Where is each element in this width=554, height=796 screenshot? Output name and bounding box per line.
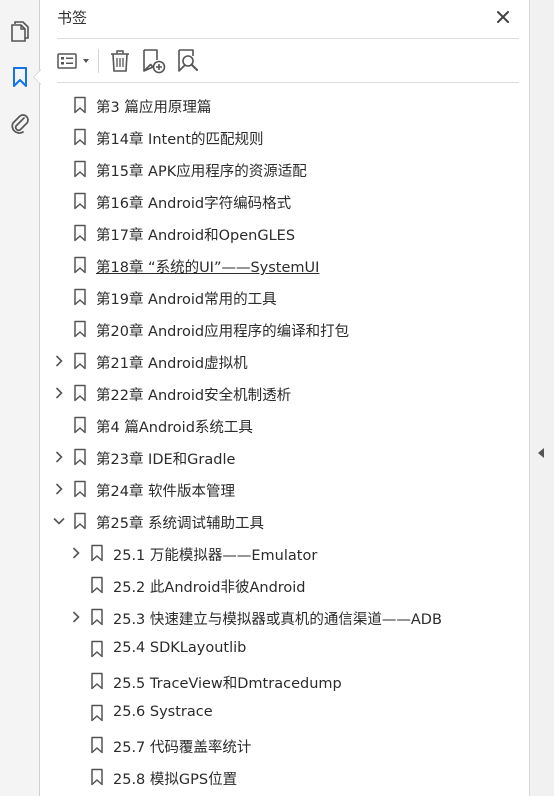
- bookmark-icon: [90, 608, 104, 626]
- bookmark-label: 25.3 快速建立与模拟器或真机的通信渠道——ADB: [113, 612, 442, 628]
- bookmark-search-icon: [178, 49, 198, 72]
- new-bookmark-button[interactable]: [140, 48, 168, 74]
- toolbar-divider: [57, 82, 519, 83]
- chevron-right-icon[interactable]: [52, 482, 66, 496]
- bookmark-label: 第14章 Intent的匹配规则: [96, 132, 264, 148]
- bookmark-label: 第23章 IDE和Gradle: [96, 452, 236, 468]
- bookmark-label: 第15章 APK应用程序的资源适配: [96, 164, 307, 180]
- bookmark-icon: [73, 320, 87, 338]
- bookmark-icon: [73, 96, 87, 114]
- bookmark-row[interactable]: 25.5 TraceView和Dmtracedump: [41, 665, 529, 697]
- bookmark-icon: [73, 288, 87, 306]
- bookmark-icon: [73, 160, 87, 178]
- bookmark-label: 第18章 “系统的UI”——SystemUI: [96, 260, 320, 276]
- bookmark-icon: [90, 736, 104, 754]
- toolbar-separator: [98, 49, 99, 73]
- bookmark-label: 25.7 代码覆盖率统计: [113, 740, 252, 756]
- bookmark-label: 第22章 Android安全机制透析: [96, 388, 292, 404]
- bookmark-label: 第16章 Android字符编码格式: [96, 196, 292, 212]
- chevron-right-icon[interactable]: [52, 450, 66, 464]
- options-button[interactable]: [55, 48, 93, 74]
- bookmark-row[interactable]: 25.1 万能模拟器——Emulator: [41, 537, 529, 569]
- bookmark-icon: [73, 256, 87, 274]
- panel-header: 书签: [41, 0, 529, 36]
- bookmark-row[interactable]: 第15章 APK应用程序的资源适配: [41, 153, 529, 185]
- bookmark-icon: [90, 576, 104, 594]
- chevron-right-icon[interactable]: [69, 610, 83, 624]
- bookmark-icon: [73, 480, 87, 498]
- bookmark-row[interactable]: 25.7 代码覆盖率统计: [41, 729, 529, 761]
- bookmark-label: 25.5 TraceView和Dmtracedump: [113, 676, 342, 692]
- bookmark-icon: [90, 768, 104, 786]
- bookmark-icon: [73, 128, 87, 146]
- bookmark-row[interactable]: 25.8 模拟GPS位置: [41, 761, 529, 793]
- bookmark-icon: [73, 512, 87, 530]
- bookmark-icon: [73, 192, 87, 210]
- bookmark-label: 第4 篇Android系统工具: [96, 420, 253, 436]
- bookmark-label: 第25章 系统调试辅助工具: [96, 516, 265, 532]
- bookmark-label: 第3 篇应用原理篇: [96, 100, 212, 116]
- bookmark-row[interactable]: 25.4 SDKLayoutlib: [41, 633, 529, 665]
- close-icon: [497, 11, 509, 23]
- bookmark-icon[interactable]: [6, 63, 34, 91]
- bookmark-row[interactable]: 第20章 Android应用程序的编译和打包: [41, 313, 529, 345]
- bookmarks-toolbar: [41, 40, 529, 80]
- bookmark-row[interactable]: 25.3 快速建立与模拟器或真机的通信渠道——ADB: [41, 601, 529, 633]
- bookmark-row[interactable]: 第3 篇应用原理篇: [41, 89, 529, 121]
- chevron-right-icon[interactable]: [52, 354, 66, 368]
- trash-icon: [111, 50, 129, 72]
- bookmark-icon: [73, 448, 87, 466]
- bookmark-icon: [90, 672, 104, 690]
- bookmarks-panel: 书签 第3 篇应用原理篇 第14章 Intent的匹配规则 第15章 APK应用…: [41, 0, 529, 796]
- header-divider: [57, 38, 519, 39]
- delete-bookmark-button[interactable]: [107, 48, 133, 74]
- bookmark-label: 第24章 软件版本管理: [96, 484, 236, 500]
- bookmark-label: 25.8 模拟GPS位置: [113, 772, 238, 788]
- panel-title: 书签: [57, 9, 88, 27]
- bookmark-row[interactable]: 第4 篇Android系统工具: [41, 409, 529, 441]
- bookmark-row[interactable]: 第21章 Android虚拟机: [41, 345, 529, 377]
- bookmark-row[interactable]: 第17章 Android和OpenGLES: [41, 217, 529, 249]
- bookmark-row[interactable]: 第22章 Android安全机制透析: [41, 377, 529, 409]
- collapse-panel-icon[interactable]: [538, 448, 544, 458]
- bookmark-label: 25.1 万能模拟器——Emulator: [113, 548, 318, 564]
- bookmark-icon: [73, 224, 87, 242]
- bookmark-label: 25.2 此Android非彼Android: [113, 580, 306, 596]
- chevron-right-icon[interactable]: [69, 546, 83, 560]
- bookmark-icon: [73, 416, 87, 434]
- bookmark-icon: [73, 352, 87, 370]
- bookmark-row[interactable]: 第23章 IDE和Gradle: [41, 441, 529, 473]
- bookmark-row[interactable]: 第18章 “系统的UI”——SystemUI: [41, 249, 529, 281]
- list-options-icon: [57, 53, 89, 69]
- bookmark-row[interactable]: 第14章 Intent的匹配规则: [41, 121, 529, 153]
- bookmark-label: 第17章 Android和OpenGLES: [96, 228, 296, 244]
- bookmark-row[interactable]: 第16章 Android字符编码格式: [41, 185, 529, 217]
- bookmark-label: 第19章 Android常用的工具: [96, 292, 277, 308]
- bookmark-row[interactable]: 第25章 系统调试辅助工具: [41, 505, 529, 537]
- close-button[interactable]: [493, 7, 513, 27]
- document-pane-edge: [529, 0, 554, 796]
- navigation-rail: [0, 0, 41, 796]
- bookmark-label: 第21章 Android虚拟机: [96, 356, 248, 372]
- pages-icon[interactable]: [6, 17, 34, 45]
- bookmark-label: 25.6 Systrace: [113, 704, 213, 720]
- rail-pointer-fill: [34, 70, 41, 84]
- chevron-right-icon[interactable]: [52, 386, 66, 400]
- bookmark-label: 第20章 Android应用程序的编译和打包: [96, 324, 350, 340]
- bookmark-label: 25.4 SDKLayoutlib: [113, 640, 247, 656]
- bookmark-icon: [73, 384, 87, 402]
- bookmark-icon: [90, 640, 104, 658]
- find-bookmark-button[interactable]: [175, 48, 203, 74]
- bookmark-row[interactable]: 第24章 软件版本管理: [41, 473, 529, 505]
- bookmark-add-icon: [143, 49, 166, 74]
- bookmark-row[interactable]: 25.2 此Android非彼Android: [41, 569, 529, 601]
- bookmark-icon: [90, 704, 104, 722]
- bookmark-row[interactable]: 第19章 Android常用的工具: [41, 281, 529, 313]
- bookmark-icon: [90, 544, 104, 562]
- chevron-down-icon[interactable]: [52, 514, 66, 528]
- bookmark-row[interactable]: 25.6 Systrace: [41, 697, 529, 729]
- paperclip-icon[interactable]: [6, 109, 34, 137]
